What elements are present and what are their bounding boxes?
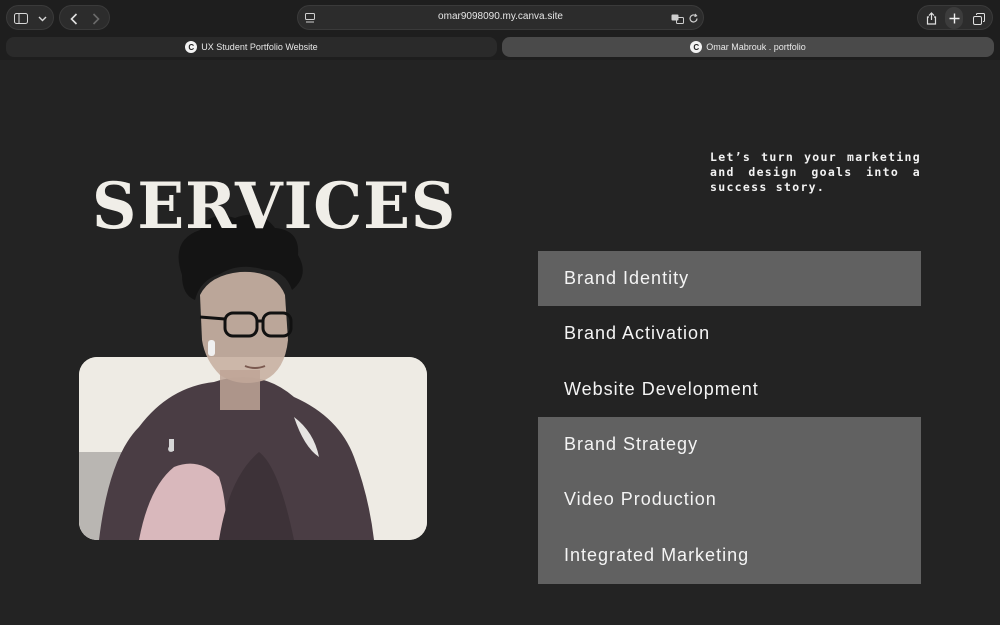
tagline-text: Let’s turn your marketing and design goa… — [710, 150, 921, 194]
url-text[interactable]: omar9098090.my.canva.site — [298, 11, 703, 22]
portrait-image — [178, 214, 303, 410]
tab-ux-student-portfolio[interactable]: C UX Student Portfolio Website — [6, 37, 497, 57]
tab-label: Omar Mabrouk . portfolio — [706, 42, 806, 52]
toolbar-actions — [917, 5, 993, 30]
service-integrated-marketing[interactable]: Integrated Marketing — [538, 528, 921, 583]
translate-icon[interactable] — [670, 7, 684, 30]
new-tab-icon[interactable] — [945, 7, 963, 29]
sidebar-icon[interactable] — [13, 7, 29, 30]
tab-overview-icon[interactable] — [970, 7, 988, 30]
service-brand-strategy[interactable]: Brand Strategy — [538, 417, 921, 472]
canva-favicon-icon: C — [185, 41, 198, 53]
forward-icon[interactable] — [88, 7, 104, 30]
browser-toolbar: omar9098090.my.canva.site — [0, 0, 1000, 36]
service-brand-activation[interactable]: Brand Activation — [538, 306, 921, 361]
nav-button-group — [59, 5, 110, 30]
tab-label: UX Student Portfolio Website — [201, 42, 318, 52]
tab-omar-portfolio[interactable]: C Omar Mabrouk . portfolio — [502, 37, 994, 57]
address-bar[interactable]: omar9098090.my.canva.site — [297, 5, 704, 30]
sidebar-toggle-group[interactable] — [6, 5, 54, 30]
service-brand-identity[interactable]: Brand Identity — [538, 251, 921, 306]
canva-favicon-icon: C — [690, 41, 703, 53]
share-icon[interactable] — [922, 7, 940, 30]
chevron-down-icon[interactable] — [35, 7, 49, 30]
services-heading: SERVICES — [92, 169, 457, 244]
service-video-production[interactable]: Video Production — [538, 472, 921, 527]
services-section: SERVICES Let’s turn your marketing and d… — [0, 60, 1000, 625]
back-icon[interactable] — [66, 7, 82, 30]
tab-bar: C UX Student Portfolio Website C Omar Ma… — [0, 36, 1000, 60]
reload-icon[interactable] — [686, 7, 700, 30]
service-website-development[interactable]: Website Development — [538, 362, 921, 417]
